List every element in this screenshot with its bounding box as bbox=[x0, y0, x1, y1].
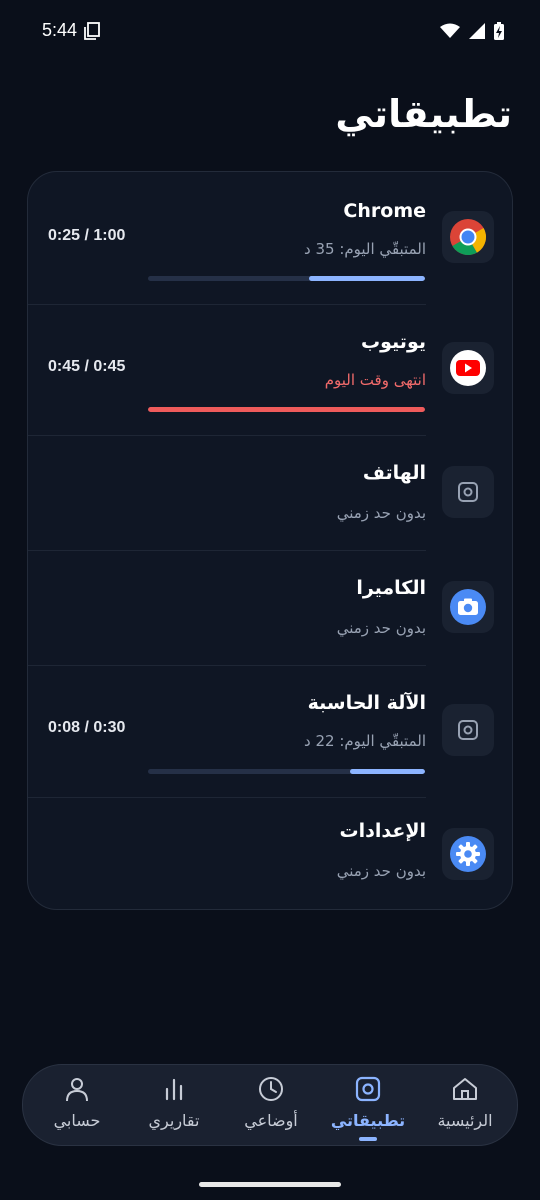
usage-progress-bar bbox=[148, 276, 425, 281]
home-indicator[interactable] bbox=[199, 1182, 341, 1187]
app-time-expired: انتهى وقت اليوم bbox=[324, 371, 426, 389]
nav-item-home[interactable]: الرئيسية bbox=[420, 1065, 510, 1147]
page-title: تطبيقاتي bbox=[335, 92, 512, 136]
nav-item-reports[interactable]: تقاريري bbox=[129, 1065, 219, 1147]
camera-icon bbox=[442, 581, 494, 633]
chrome-icon bbox=[442, 211, 494, 263]
usage-progress-fill bbox=[308, 276, 425, 281]
app-name: الهاتف bbox=[362, 462, 426, 484]
home-icon bbox=[451, 1075, 479, 1103]
app-row-youtube[interactable]: يوتيوب انتهى وقت اليوم 0:45 / 0:45 bbox=[28, 305, 512, 435]
app-usage-readout: 0:45 / 0:45 bbox=[48, 358, 126, 375]
active-tab-indicator bbox=[359, 1137, 377, 1141]
nav-label: حسابي bbox=[53, 1111, 101, 1130]
nav-item-my-apps[interactable]: تطبيقاتي bbox=[323, 1065, 413, 1147]
app-name: الآلة الحاسبة bbox=[307, 692, 426, 714]
status-time: 5:44 bbox=[42, 20, 78, 40]
app-row-phone[interactable]: الهاتف بدون حد زمني bbox=[28, 436, 512, 550]
usage-progress-fill bbox=[350, 769, 425, 774]
bar-chart-icon bbox=[162, 1075, 186, 1103]
apps-icon bbox=[355, 1075, 381, 1103]
usage-progress-bar bbox=[148, 407, 425, 412]
usage-progress-bar bbox=[148, 769, 425, 774]
usage-progress-fill bbox=[148, 407, 425, 412]
app-time-remaining: المتبقّي اليوم: 35 د bbox=[304, 240, 426, 258]
app-row-camera[interactable]: الكاميرا بدون حد زمني bbox=[28, 551, 512, 665]
app-row-chrome[interactable]: Chrome المتبقّي اليوم: 35 د 0:25 / 1:00 bbox=[28, 172, 512, 304]
nav-item-modes[interactable]: أوضاعي bbox=[226, 1065, 316, 1147]
app-limit-status: بدون حد زمني bbox=[336, 862, 426, 880]
clock-icon bbox=[258, 1075, 284, 1103]
screenshot-notification-icon bbox=[84, 22, 100, 44]
person-icon bbox=[64, 1075, 90, 1103]
nav-label: أوضاعي bbox=[244, 1111, 298, 1130]
app-limit-status: بدون حد زمني bbox=[336, 619, 426, 637]
youtube-icon bbox=[442, 342, 494, 394]
app-name: الإعدادات bbox=[339, 820, 426, 842]
app-name: Chrome bbox=[343, 200, 426, 222]
app-limit-status: بدون حد زمني bbox=[336, 504, 426, 522]
app-usage-readout: 0:08 / 0:30 bbox=[48, 719, 126, 736]
app-time-remaining: المتبقّي اليوم: 22 د bbox=[304, 732, 426, 750]
bottom-navigation: الرئيسية تطبيقاتي أوضاعي تقاريري حسابي bbox=[22, 1064, 518, 1146]
nav-label: تطبيقاتي bbox=[330, 1111, 406, 1130]
nav-label: تقاريري bbox=[148, 1111, 200, 1130]
app-row-calculator[interactable]: الآلة الحاسبة المتبقّي اليوم: 22 د 0:08 … bbox=[28, 666, 512, 797]
battery-charging-icon bbox=[494, 22, 504, 44]
wifi-icon bbox=[440, 23, 460, 43]
app-name: الكاميرا bbox=[356, 577, 426, 599]
status-bar: 5:44 bbox=[0, 0, 540, 64]
signal-icon bbox=[468, 22, 486, 44]
app-name: يوتيوب bbox=[361, 331, 426, 353]
generic-app-icon bbox=[442, 466, 494, 518]
app-row-settings[interactable]: الإعدادات بدون حد زمني bbox=[28, 798, 512, 909]
nav-label: الرئيسية bbox=[437, 1111, 493, 1130]
settings-gear-icon bbox=[442, 828, 494, 880]
app-usage-readout: 0:25 / 1:00 bbox=[48, 227, 126, 244]
nav-item-account[interactable]: حسابي bbox=[32, 1065, 122, 1147]
apps-list-card: Chrome المتبقّي اليوم: 35 د 0:25 / 1:00 … bbox=[27, 171, 513, 910]
generic-app-icon bbox=[442, 704, 494, 756]
